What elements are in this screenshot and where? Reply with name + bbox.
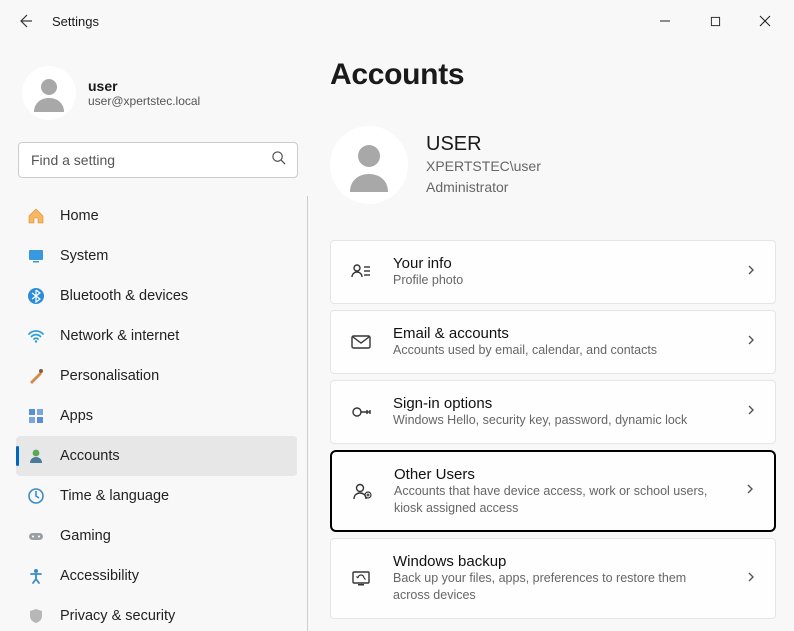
your-info-icon xyxy=(349,260,373,284)
profile-email: user@xpertstec.local xyxy=(88,94,200,108)
backup-icon xyxy=(349,567,373,591)
apps-icon xyxy=(26,406,46,426)
bluetooth-icon xyxy=(26,286,46,306)
search-container xyxy=(18,142,298,178)
window-controls xyxy=(644,5,786,37)
system-icon xyxy=(26,246,46,266)
maximize-button[interactable] xyxy=(694,5,736,37)
card-subtitle: Accounts that have device access, work o… xyxy=(394,483,724,517)
sidebar-item-personalisation[interactable]: Personalisation xyxy=(16,356,297,396)
profile-block[interactable]: user user@xpertstec.local xyxy=(16,54,308,138)
profile-name: user xyxy=(88,78,200,94)
sidebar-item-gaming[interactable]: Gaming xyxy=(16,516,297,556)
card-title: Other Users xyxy=(394,466,724,483)
chevron-right-icon xyxy=(745,403,757,421)
minimize-icon xyxy=(659,15,671,27)
close-button[interactable] xyxy=(744,5,786,37)
sidebar-item-label: Accounts xyxy=(60,448,120,464)
chevron-right-icon xyxy=(744,482,756,500)
arrow-left-icon xyxy=(17,13,33,29)
sidebar-item-label: Apps xyxy=(60,408,93,424)
sidebar-item-accounts[interactable]: Accounts xyxy=(16,436,297,476)
card-title: Windows backup xyxy=(393,553,725,570)
search-icon xyxy=(271,150,286,170)
maximize-icon xyxy=(710,16,721,27)
main-content: Accounts USER XPERTSTEC\user Administrat… xyxy=(308,42,794,631)
account-user-block: USER XPERTSTEC\user Administrator xyxy=(330,126,776,204)
close-icon xyxy=(759,15,771,27)
accessibility-icon xyxy=(26,566,46,586)
shield-icon xyxy=(26,606,46,626)
sidebar-item-label: Time & language xyxy=(60,488,169,504)
chevron-right-icon xyxy=(745,263,757,281)
sidebar-item-time[interactable]: Time & language xyxy=(16,476,297,516)
back-button[interactable] xyxy=(8,4,42,38)
app-title: Settings xyxy=(52,14,99,29)
chevron-right-icon xyxy=(745,333,757,351)
accounts-icon xyxy=(26,446,46,466)
card-title: Sign-in options xyxy=(393,395,725,412)
paint-icon xyxy=(26,366,46,386)
card-subtitle: Accounts used by email, calendar, and co… xyxy=(393,342,725,359)
card-subtitle: Back up your files, apps, preferences to… xyxy=(393,570,725,604)
wifi-icon xyxy=(26,326,46,346)
titlebar: Settings xyxy=(0,0,794,42)
card-email-accounts[interactable]: Email & accounts Accounts used by email,… xyxy=(330,310,776,374)
sidebar-item-home[interactable]: Home xyxy=(16,196,297,236)
person-icon xyxy=(28,72,70,114)
sidebar-item-label: Accessibility xyxy=(60,568,139,584)
user-display-name: USER xyxy=(426,133,541,156)
nav: Home System Bluetooth & devices Network … xyxy=(16,196,308,631)
card-windows-backup[interactable]: Windows backup Back up your files, apps,… xyxy=(330,538,776,619)
minimize-button[interactable] xyxy=(644,5,686,37)
key-icon xyxy=(349,400,373,424)
user-avatar xyxy=(330,126,408,204)
sidebar: user user@xpertstec.local Home System Bl… xyxy=(0,42,308,631)
card-title: Email & accounts xyxy=(393,325,725,342)
chevron-right-icon xyxy=(745,570,757,588)
other-users-icon xyxy=(350,479,374,503)
sidebar-item-bluetooth[interactable]: Bluetooth & devices xyxy=(16,276,297,316)
sidebar-item-network[interactable]: Network & internet xyxy=(16,316,297,356)
sidebar-item-label: Network & internet xyxy=(60,328,179,344)
person-icon xyxy=(340,136,398,194)
search-input[interactable] xyxy=(18,142,298,178)
sidebar-item-apps[interactable]: Apps xyxy=(16,396,297,436)
card-title: Your info xyxy=(393,255,725,272)
sidebar-item-accessibility[interactable]: Accessibility xyxy=(16,556,297,596)
card-subtitle: Profile photo xyxy=(393,272,725,289)
avatar xyxy=(22,66,76,120)
user-role: Administrator xyxy=(426,177,541,197)
card-other-users[interactable]: Other Users Accounts that have device ac… xyxy=(330,450,776,533)
page-title: Accounts xyxy=(330,58,776,92)
sidebar-item-label: Gaming xyxy=(60,528,111,544)
card-signin-options[interactable]: Sign-in options Windows Hello, security … xyxy=(330,380,776,444)
sidebar-item-label: System xyxy=(60,248,108,264)
sidebar-item-label: Privacy & security xyxy=(60,608,175,624)
mail-icon xyxy=(349,330,373,354)
card-subtitle: Windows Hello, security key, password, d… xyxy=(393,412,725,429)
gamepad-icon xyxy=(26,526,46,546)
sidebar-item-system[interactable]: System xyxy=(16,236,297,276)
sidebar-item-label: Home xyxy=(60,208,99,224)
user-domain: XPERTSTEC\user xyxy=(426,156,541,176)
sidebar-item-label: Bluetooth & devices xyxy=(60,288,188,304)
sidebar-item-label: Personalisation xyxy=(60,368,159,384)
clock-globe-icon xyxy=(26,486,46,506)
home-icon xyxy=(26,206,46,226)
card-your-info[interactable]: Your info Profile photo xyxy=(330,240,776,304)
sidebar-item-privacy[interactable]: Privacy & security xyxy=(16,596,297,631)
